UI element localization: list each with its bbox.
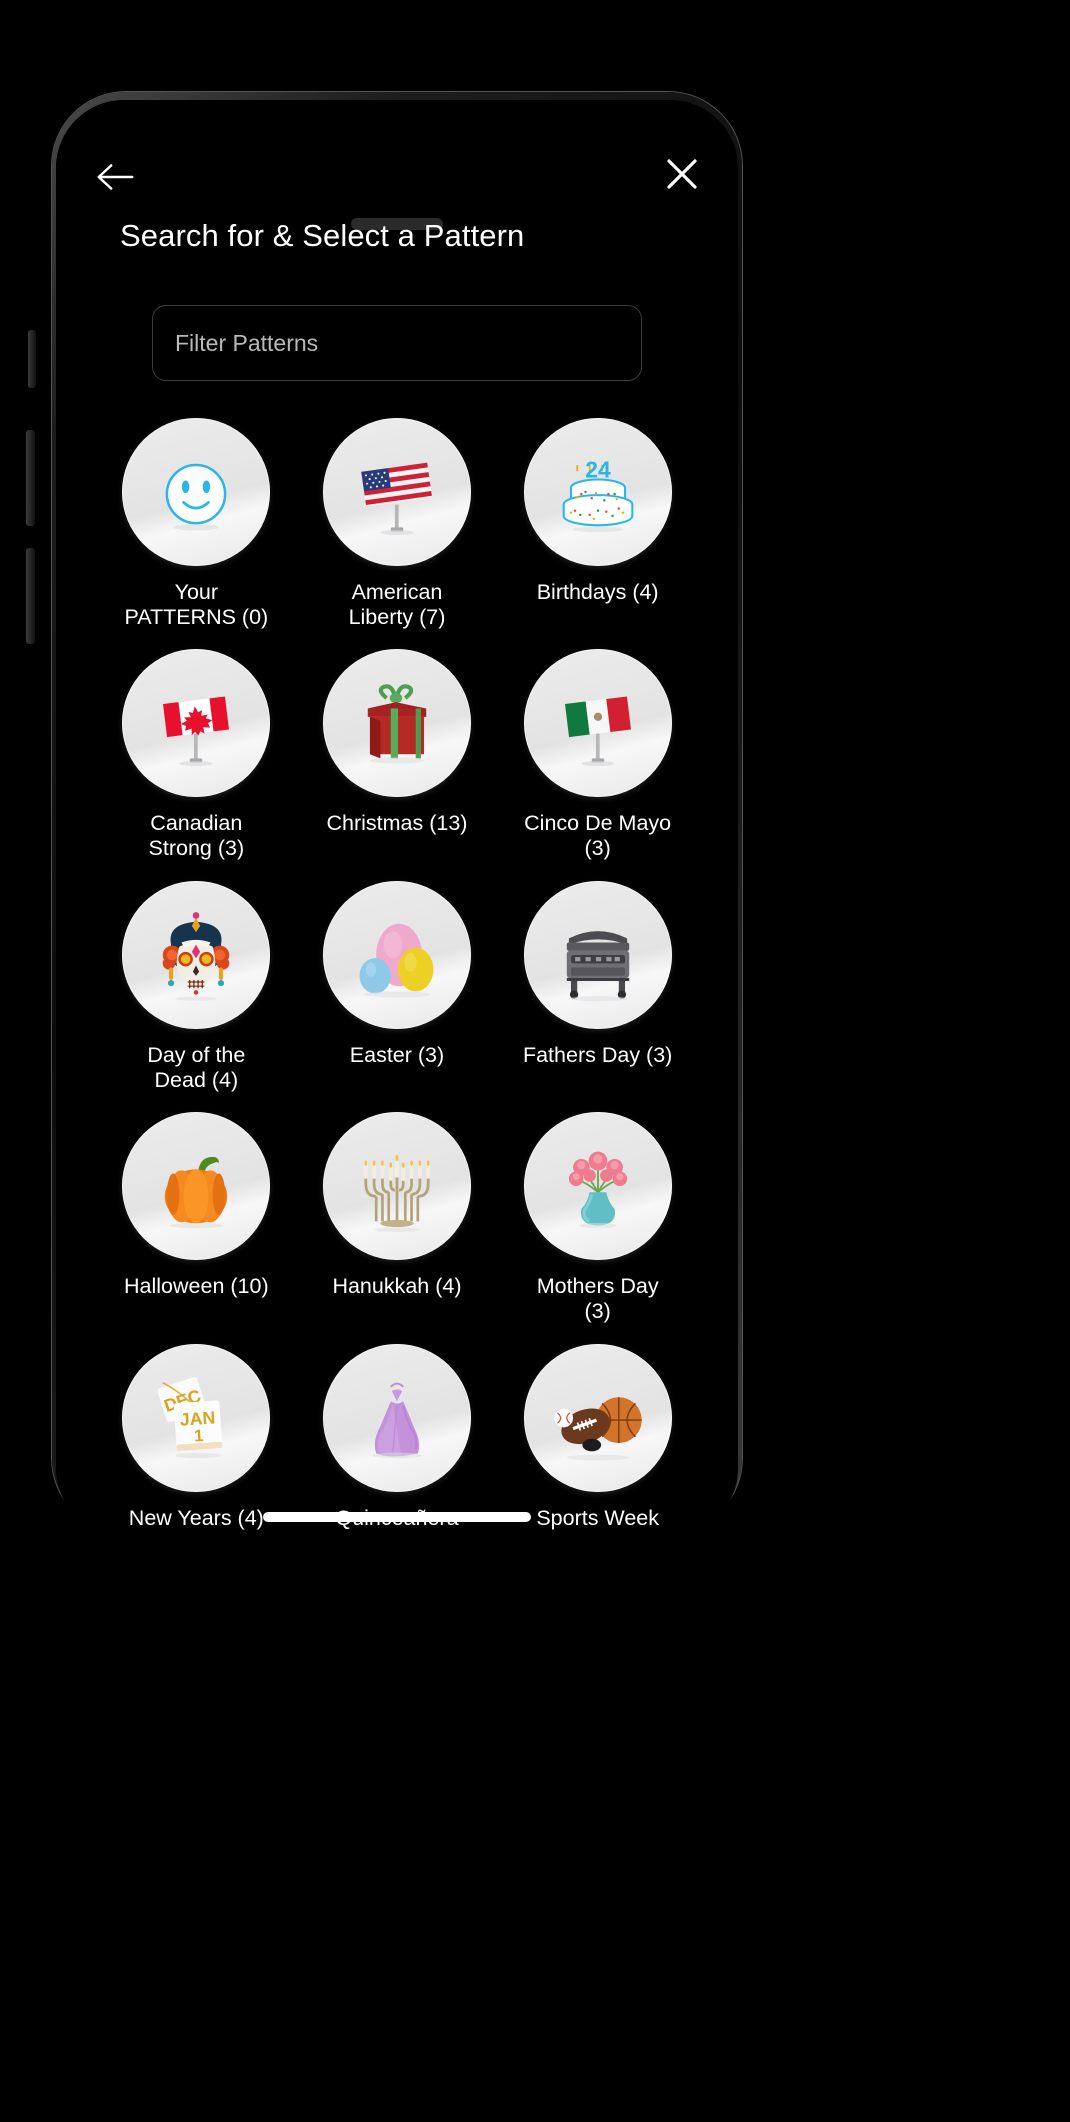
app-screen: Search for & Select a Pattern Filter Pat… <box>56 100 738 1536</box>
pattern-label: Cinco De Mayo (3) <box>524 811 672 861</box>
pattern-thumbnail <box>122 418 271 566</box>
birthday-cake-icon: 24 <box>562 456 634 533</box>
pattern-grid: Your PATTERNS (0) American Liberty (7) 2… <box>96 418 698 1536</box>
pattern-thumbnail <box>322 649 471 798</box>
pattern-tile-halloween[interactable]: Halloween (10) <box>96 1112 297 1329</box>
pattern-label: Birthdays (4) <box>536 580 659 604</box>
volume-down-button[interactable] <box>26 548 35 644</box>
pattern-tile-easter[interactable]: Easter (3) <box>297 880 498 1098</box>
pattern-thumbnail <box>523 880 672 1029</box>
pattern-tile-your-patterns[interactable]: Your PATTERNS (0) <box>96 418 297 635</box>
smiley-face-icon <box>165 463 227 531</box>
pattern-tile-mothers-day[interactable]: Mothers Day (3) <box>497 1112 698 1329</box>
page-title: Search for & Select a Pattern <box>120 218 525 253</box>
pattern-thumbnail: DEC JAN 1 <box>122 1343 271 1492</box>
pattern-tile-canadian-strong[interactable]: Canadian Strong (3) <box>96 649 297 866</box>
pattern-thumbnail <box>122 880 271 1029</box>
phone-screen: Search for & Select a Pattern Filter Pat… <box>56 100 738 1536</box>
pattern-tile-cinco-de-mayo[interactable]: Cinco De Mayo (3) <box>497 649 698 866</box>
pattern-label: American Liberty (7) <box>348 580 446 629</box>
pattern-thumbnail <box>322 418 471 566</box>
pattern-thumbnail <box>322 1343 471 1492</box>
search-input[interactable] <box>152 305 642 381</box>
flower-vase-icon <box>568 1151 627 1229</box>
pattern-label: Hanukkah (4) <box>332 1274 462 1299</box>
bbq-grill-icon <box>566 930 629 1001</box>
volume-up-button[interactable] <box>26 430 35 526</box>
sports-balls-icon <box>553 1396 642 1461</box>
ball-gown-icon <box>372 1382 422 1458</box>
pattern-thumbnail <box>322 1112 471 1261</box>
pattern-label: Canadian Strong (3) <box>148 811 245 861</box>
menorah-icon <box>363 1154 431 1233</box>
pattern-thumbnail <box>523 1343 672 1492</box>
pattern-label: New Years (4) <box>128 1505 264 1530</box>
pattern-label: Mothers Day (3) <box>536 1274 659 1324</box>
arrow-left-icon <box>97 164 134 190</box>
top-navigation-bar <box>56 146 738 206</box>
pattern-tile-hanukkah[interactable]: Hanukkah (4) <box>297 1112 498 1329</box>
pattern-label: Your PATTERNS (0) <box>124 580 269 629</box>
mexico-flag-icon <box>564 696 631 767</box>
pattern-tile-fathers-day[interactable]: Fathers Day (3) <box>497 880 698 1098</box>
screenshot-stage: Search for & Select a Pattern Filter Pat… <box>0 0 1070 2122</box>
mute-switch[interactable] <box>28 330 36 388</box>
pattern-tile-sports-week[interactable]: Sports Week <box>497 1343 698 1536</box>
pattern-tile-christmas[interactable]: Christmas (13) <box>297 649 498 866</box>
pattern-tile-quinceanera[interactable]: Quinceañera <box>297 1343 498 1536</box>
pattern-tile-new-years[interactable]: DEC JAN 1 New Years (4) <box>96 1343 297 1536</box>
pattern-thumbnail <box>523 1112 672 1261</box>
canada-flag-icon <box>163 696 230 767</box>
filter-field-wrapper <box>152 305 642 381</box>
pattern-tile-day-of-the-dead[interactable]: Day of the Dead (4) <box>96 880 297 1098</box>
pattern-thumbnail: 24 <box>523 418 672 566</box>
pattern-tile-american-liberty[interactable]: American Liberty (7) <box>297 418 498 635</box>
pattern-thumbnail <box>322 880 471 1029</box>
back-button[interactable] <box>88 150 142 204</box>
pattern-label: Day of the Dead (4) <box>147 1042 246 1092</box>
pumpkin-icon <box>165 1157 228 1229</box>
calendar-jan1-icon: DEC JAN 1 <box>157 1376 223 1458</box>
pattern-label: Halloween (10) <box>124 1274 269 1299</box>
pattern-label: Christmas (13) <box>326 811 468 836</box>
pattern-label: Fathers Day (3) <box>522 1042 673 1067</box>
pattern-thumbnail <box>122 649 271 798</box>
svg-text:1: 1 <box>194 1425 205 1445</box>
pattern-thumbnail <box>523 649 672 798</box>
gift-box-icon <box>367 684 427 764</box>
pattern-label: Easter (3) <box>349 1042 445 1067</box>
close-icon <box>667 159 697 189</box>
home-indicator[interactable] <box>263 1512 531 1522</box>
close-button[interactable] <box>654 146 710 202</box>
pattern-tile-birthdays[interactable]: 24 Birthdays (4) <box>497 418 698 635</box>
usa-flag-icon <box>361 462 433 536</box>
pattern-thumbnail <box>122 1112 271 1261</box>
sugar-skull-icon <box>163 911 230 1001</box>
easter-eggs-icon <box>359 923 434 998</box>
pattern-label: Sports Week <box>536 1505 659 1530</box>
